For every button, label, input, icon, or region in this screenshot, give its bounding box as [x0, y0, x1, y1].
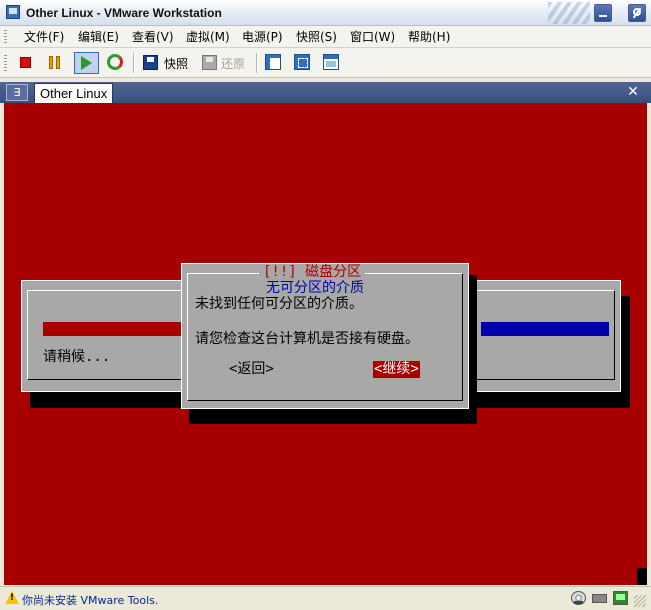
restore-button[interactable]	[628, 4, 646, 22]
warning-icon	[5, 591, 19, 604]
toolbar-separator	[133, 53, 135, 73]
dialog-subtitle: 无可分区的介质	[266, 280, 364, 296]
tab-strip: ∃ Other Linux ✕	[0, 82, 651, 103]
full-screen-icon	[294, 54, 310, 70]
dialog-message-line1: 未找到任何可分区的介质。	[195, 296, 363, 312]
full-screen-button[interactable]	[292, 52, 314, 74]
dialog-title: [!!] 磁盘分区	[259, 264, 366, 281]
revert-button[interactable]: 还原	[199, 52, 251, 74]
pause-icon	[49, 56, 61, 69]
restore-icon	[633, 8, 641, 16]
menu-file[interactable]: 文件(F)	[22, 29, 66, 45]
guest-screen[interactable]: 请稍候... [!!] 磁盘分区 无可分区的介质 未找到任何可分区的介质。 请您…	[4, 103, 642, 585]
quick-switch-button[interactable]	[321, 52, 343, 74]
continue-button[interactable]: <继续>	[373, 361, 420, 378]
progress-bar-fill	[481, 322, 609, 336]
vmware-tools-message[interactable]: 你尚未安装 VMware Tools.	[22, 592, 158, 608]
progress-bar-track	[43, 322, 193, 336]
snapshot-icon	[143, 55, 158, 70]
menu-snapshot[interactable]: 快照(S)	[294, 29, 339, 45]
vm-console[interactable]: 请稍候... [!!] 磁盘分区 无可分区的介质 未找到任何可分区的介质。 请您…	[4, 103, 647, 585]
please-wait-text: 请稍候...	[43, 349, 111, 365]
hard-disk-icon[interactable]	[571, 591, 586, 605]
snapshot-button[interactable]: 快照	[140, 52, 192, 74]
minimize-button[interactable]	[594, 4, 612, 22]
power-on-button[interactable]	[74, 52, 99, 74]
menu-bar: 文件(F) 编辑(E) 查看(V) 虚拟(M) 电源(P) 快照(S) 窗口(W…	[0, 26, 651, 48]
reset-button[interactable]	[104, 52, 126, 74]
tab-other-linux[interactable]: Other Linux	[34, 83, 114, 103]
play-icon	[81, 56, 92, 70]
show-sidebar-button[interactable]	[263, 52, 285, 74]
toolbar-grip[interactable]	[4, 55, 7, 71]
toolbar-separator	[256, 53, 258, 73]
menu-vm[interactable]: 虚拟(M)	[184, 29, 232, 45]
quick-switch-icon	[323, 54, 339, 70]
revert-label: 还原	[221, 57, 246, 71]
partition-dialog: [!!] 磁盘分区 无可分区的介质 未找到任何可分区的介质。 请您检查这台计算机…	[181, 263, 469, 409]
resize-grip[interactable]	[634, 595, 646, 607]
reset-icon	[107, 54, 123, 70]
tab-list-button[interactable]: ∃	[6, 84, 28, 101]
stop-icon	[20, 57, 31, 68]
cdrom-icon[interactable]	[592, 594, 607, 603]
menu-grip[interactable]	[4, 30, 7, 44]
revert-icon	[202, 55, 217, 70]
menu-power[interactable]: 电源(P)	[240, 29, 285, 45]
snapshot-label: 快照	[164, 57, 189, 71]
back-button[interactable]: <返回>	[229, 361, 274, 378]
guest-screen-edge	[642, 103, 647, 585]
menu-help[interactable]: 帮助(H)	[406, 29, 452, 45]
toolbar: 快照 还原	[0, 48, 651, 78]
status-bar: 你尚未安装 VMware Tools.	[0, 586, 651, 610]
menu-view[interactable]: 查看(V)	[130, 29, 176, 45]
menu-window[interactable]: 窗口(W)	[348, 29, 397, 45]
minimize-icon	[599, 15, 607, 17]
power-off-button[interactable]	[15, 52, 37, 74]
guest-screen-corner	[637, 568, 647, 585]
title-bar: Other Linux - VMware Workstation	[0, 0, 651, 26]
vmware-logo-icon	[548, 2, 590, 24]
menu-edit[interactable]: 编辑(E)	[76, 29, 121, 45]
vmware-app-icon[interactable]	[6, 5, 20, 19]
dialog-message-line2: 请您检查这台计算机是否接有硬盘。	[195, 331, 419, 347]
network-icon[interactable]	[613, 591, 628, 605]
window-title: Other Linux - VMware Workstation	[26, 6, 222, 20]
sidebar-view-icon	[265, 54, 281, 70]
suspend-button[interactable]	[44, 52, 66, 74]
close-tab-icon[interactable]: ✕	[626, 84, 640, 100]
